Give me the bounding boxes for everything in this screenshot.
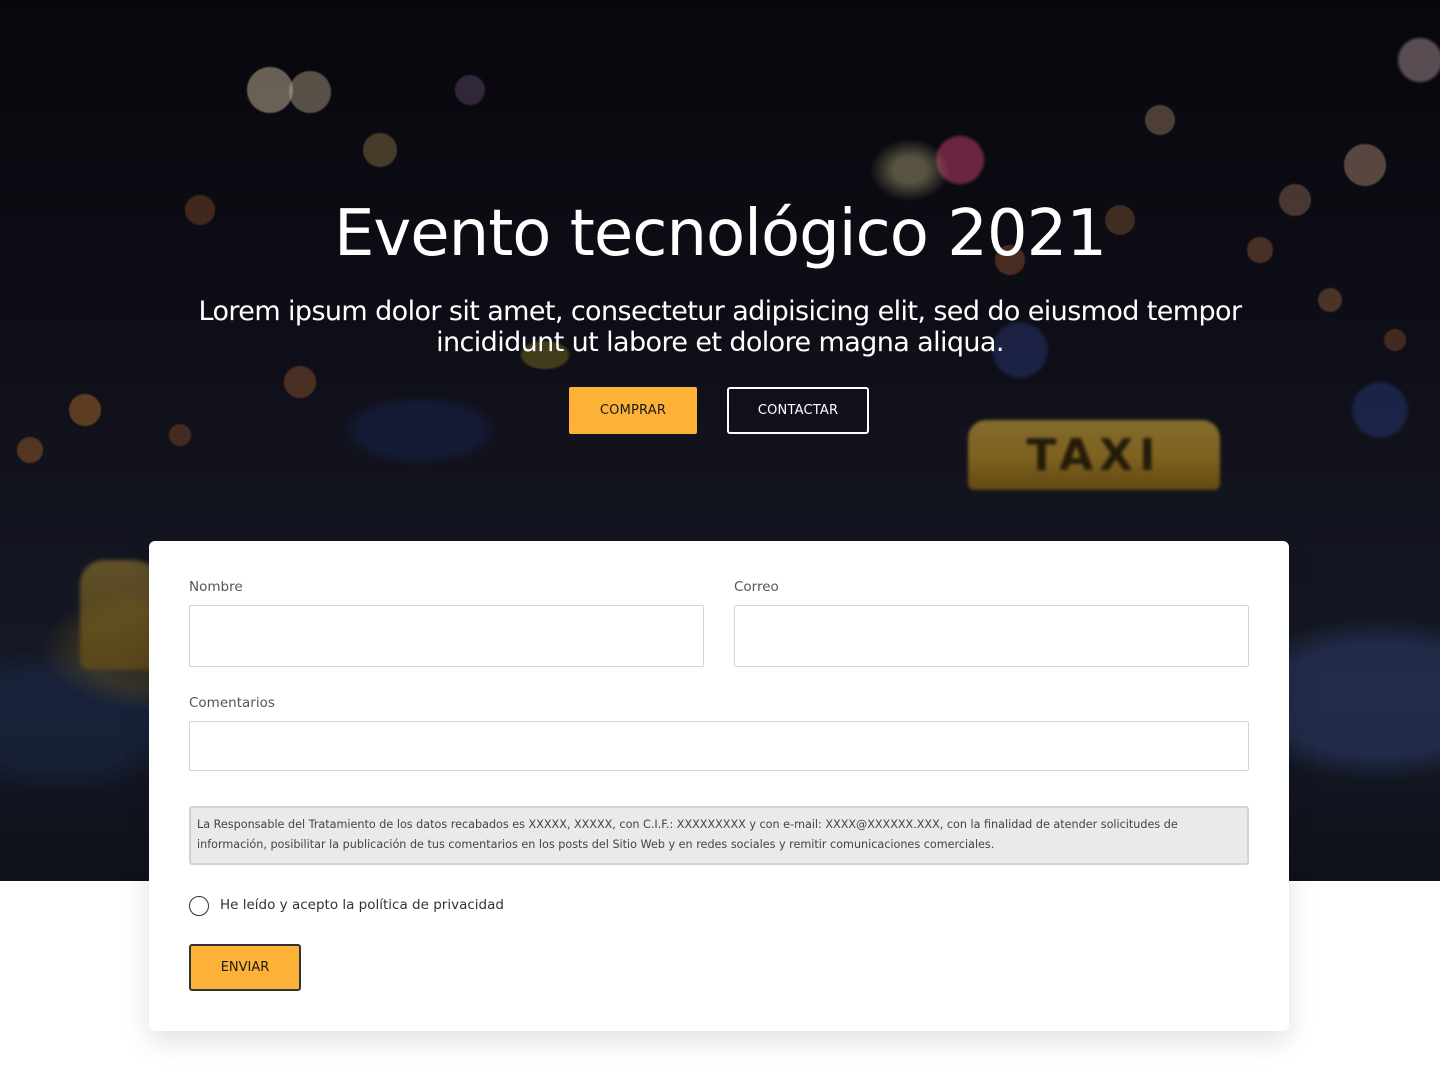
legal-notice: La Responsable del Tratamiento de los da… xyxy=(189,806,1249,865)
comments-input[interactable] xyxy=(189,721,1249,771)
contact-form-card: Nombre Correo Comentarios La Responsable… xyxy=(149,541,1289,1031)
privacy-checkbox[interactable] xyxy=(189,896,209,916)
buy-button[interactable]: COMPRAR xyxy=(569,387,697,434)
hero-title: Evento tecnológico 2021 xyxy=(333,197,1107,271)
name-input[interactable] xyxy=(189,605,704,667)
email-label: Correo xyxy=(734,579,779,595)
hero-subtitle: Lorem ipsum dolor sit amet, consectetur … xyxy=(198,296,1243,358)
privacy-label[interactable]: He leído y acepto la política de privaci… xyxy=(220,896,504,914)
comments-label: Comentarios xyxy=(189,695,275,711)
submit-button[interactable]: ENVIAR xyxy=(189,944,301,991)
email-input[interactable] xyxy=(734,605,1249,667)
contact-button[interactable]: CONTACTAR xyxy=(727,387,869,434)
name-label: Nombre xyxy=(189,579,243,595)
